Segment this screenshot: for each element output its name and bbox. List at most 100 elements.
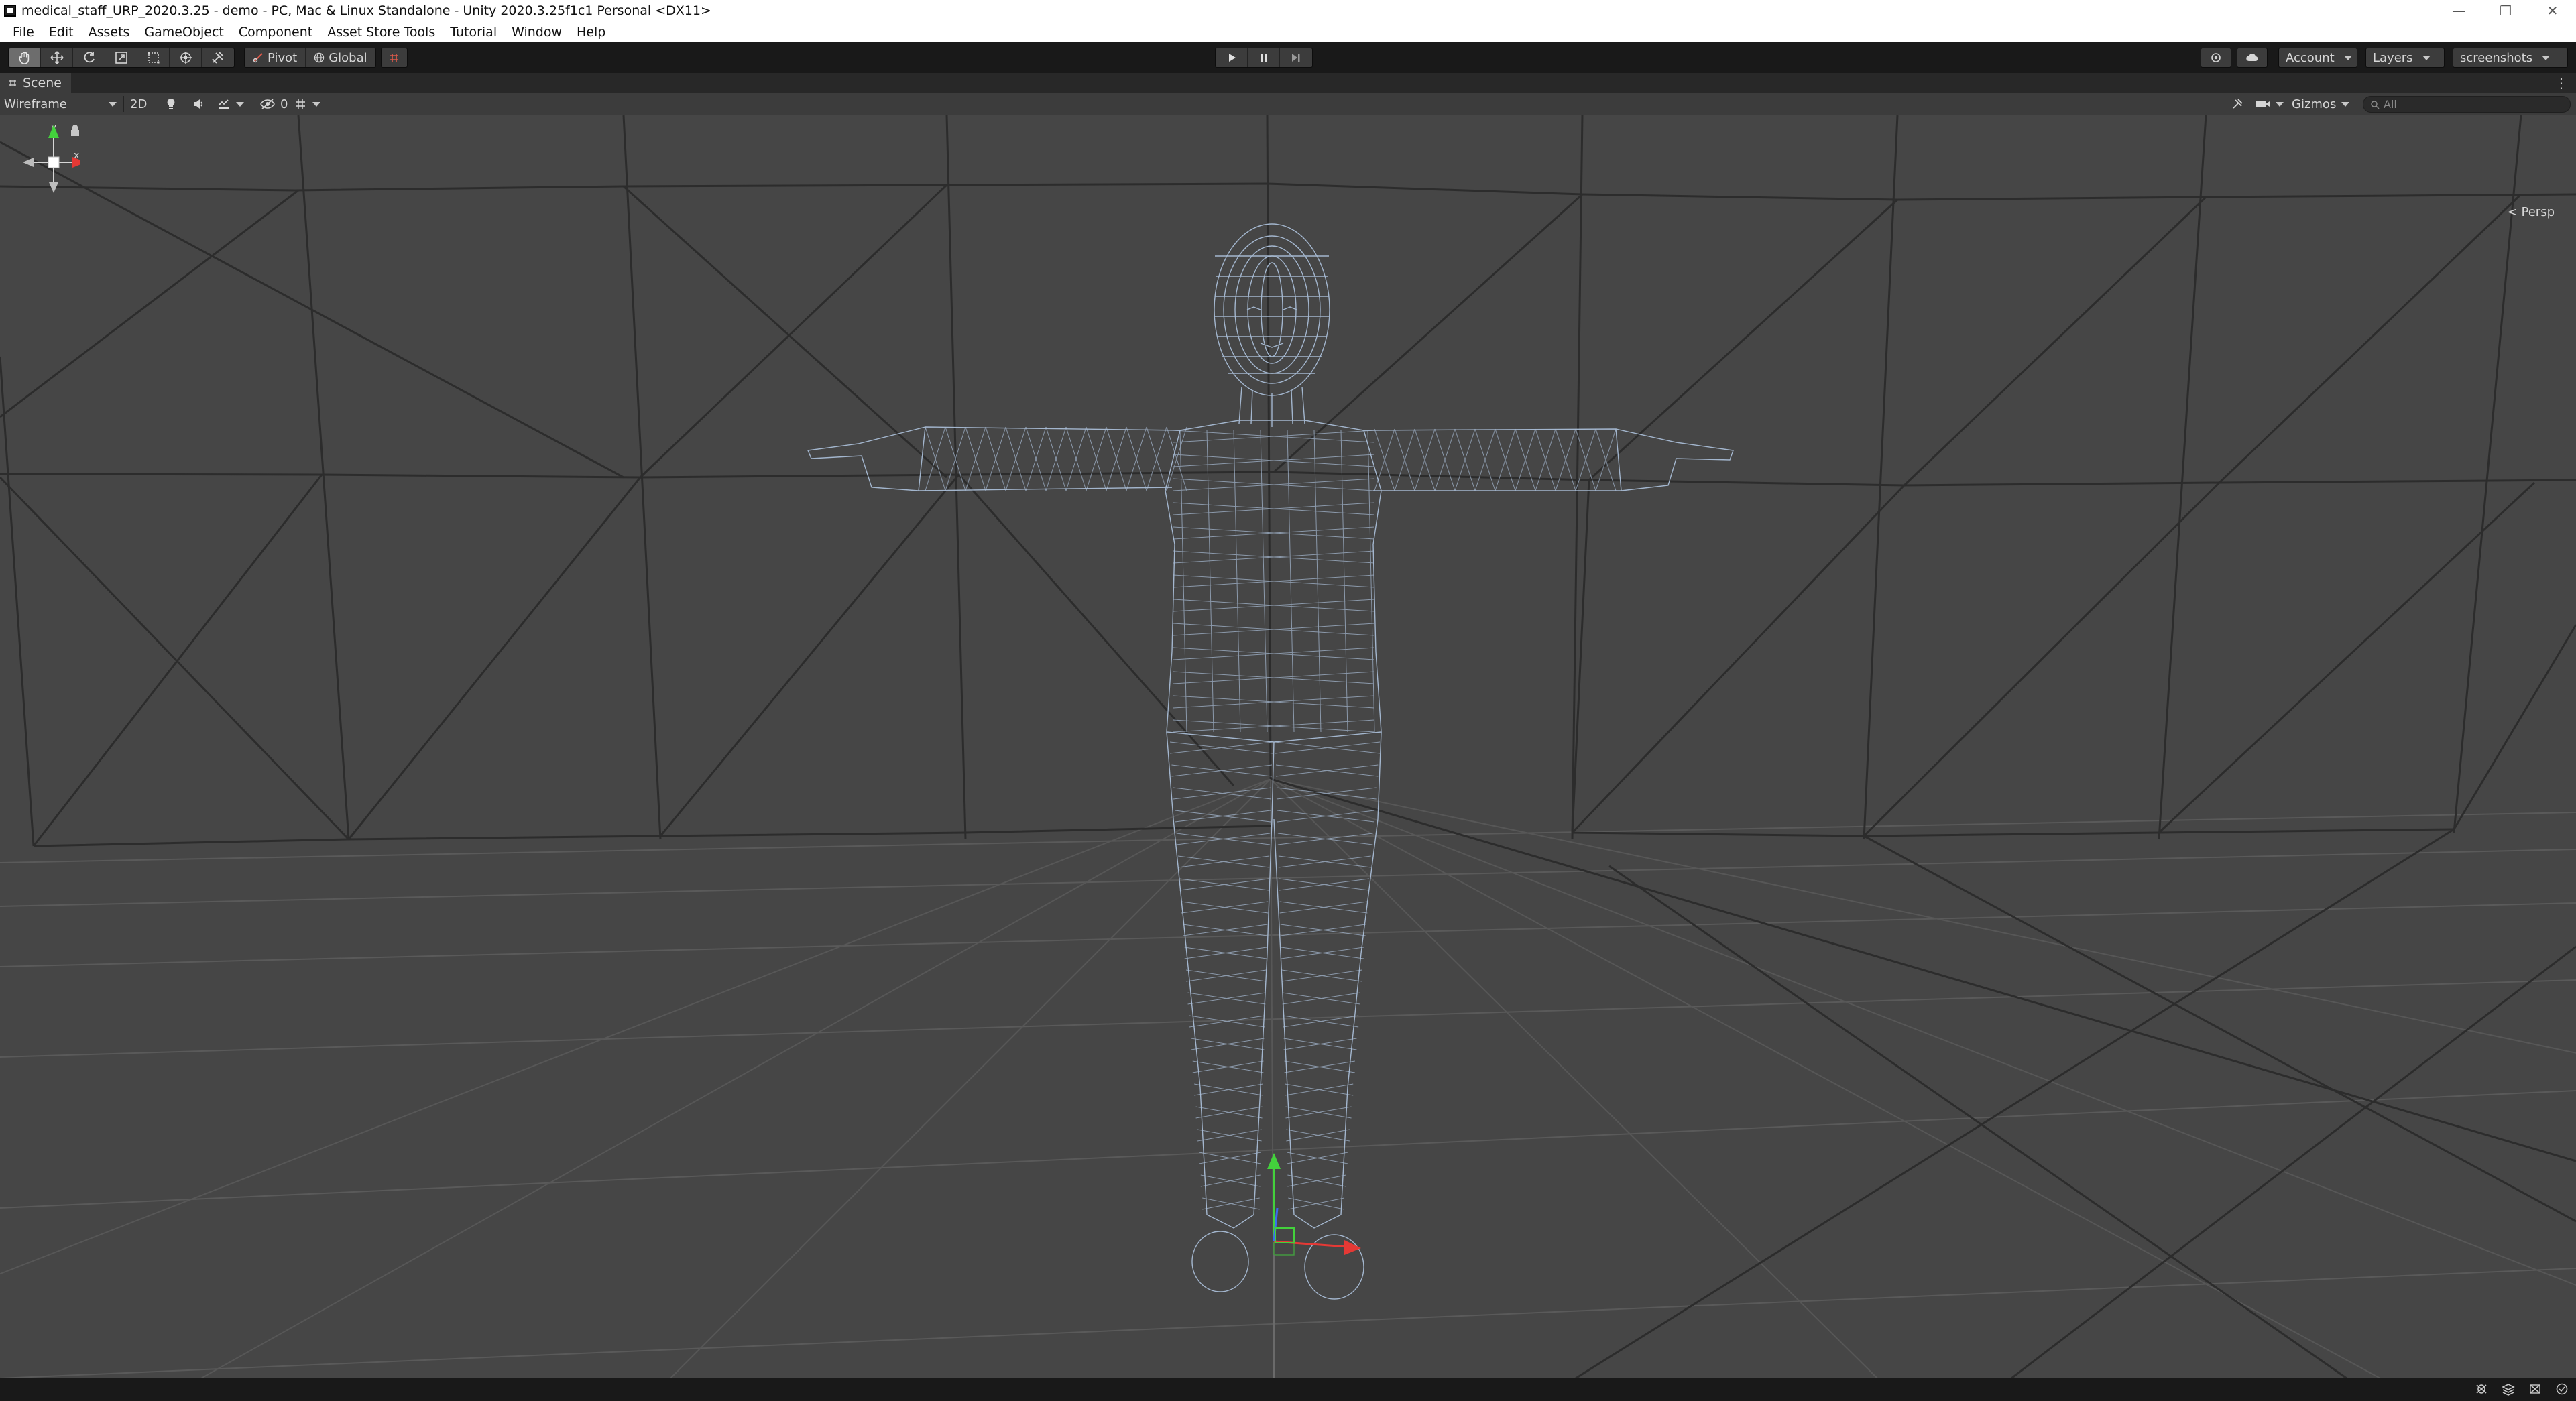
camera-settings-dropdown[interactable] [2251,95,2288,113]
scene-viewport[interactable]: y x < Persp [0,115,2576,1378]
pivot-toggle[interactable]: Pivot [245,48,306,67]
gizmos-label: Gizmos [2292,97,2337,111]
globe-icon [314,52,325,63]
mode-2d-toggle[interactable]: 2D [126,95,151,113]
hand-tool-button[interactable] [9,48,41,67]
lock-icon [71,125,79,136]
tab-scene[interactable]: Scene [0,73,71,93]
menu-assets[interactable]: Assets [81,25,137,40]
tools-toggle[interactable] [2227,95,2247,113]
transform-tools [8,48,235,68]
pause-icon [1260,54,1267,62]
speaker-icon [194,99,203,109]
effects-icon [218,99,229,109]
mesh-edge [1233,430,1241,733]
layout-dropdown[interactable]: screenshots [2453,48,2568,68]
cloud-icon [2246,53,2258,61]
mesh-edge [1340,430,1348,733]
services-controls [2237,48,2268,68]
lightbulb-icon [167,99,175,109]
close-button[interactable]: ✕ [2529,0,2576,21]
background-walls [0,115,2576,1378]
scene-tab-icon [9,80,16,86]
gizmo-x-label: x [74,150,79,161]
scale-icon [115,52,127,64]
status-icons [2474,1382,2569,1396]
wrench-icon [2233,99,2243,109]
scene-search-input[interactable]: All [2363,96,2571,113]
mesh-edge [1260,430,1268,733]
check-circle-icon[interactable] [2555,1382,2569,1396]
projection-toggle[interactable]: < Persp [2508,205,2555,219]
step-button[interactable] [1280,48,1312,67]
menu-edit[interactable]: Edit [42,25,81,40]
chevron-down-icon [2422,55,2431,60]
draw-mode-dropdown[interactable]: Wireframe [0,95,121,113]
hidden-count: 0 [280,97,288,111]
menu-bar: File Edit Assets GameObject Component As… [0,21,2576,42]
tab-options-menu-icon[interactable]: ⋮ [2555,73,2568,93]
chevron-down-icon [109,101,117,107]
chevron-down-icon [2343,55,2352,60]
layers-status-icon[interactable] [2501,1382,2516,1396]
menu-component[interactable]: Component [231,25,320,40]
toolbar-divider [123,96,124,112]
eye-hidden-icon [260,99,275,109]
menu-gameobject[interactable]: GameObject [137,25,231,40]
window-controls: — ❐ ✕ [2435,0,2576,21]
account-dropdown[interactable]: Account [2278,48,2357,68]
move-tool-button[interactable] [41,48,73,67]
layout-label: screenshots [2460,50,2533,65]
mesh-edge [1287,430,1295,733]
gizmos-dropdown[interactable]: Gizmos [2288,95,2353,113]
mesh-edge [1313,430,1322,733]
hidden-objects-toggle[interactable]: 0 [256,95,292,113]
rotate-tool-button[interactable] [73,48,105,67]
menu-asset-store-tools[interactable]: Asset Store Tools [320,25,443,40]
audio-toggle[interactable] [188,95,209,113]
search-icon [2371,100,2380,109]
menu-tutorial[interactable]: Tutorial [443,25,504,40]
mesh-edge [1367,430,1375,733]
rect-tool-button[interactable] [137,48,170,67]
lighting-toggle[interactable] [161,95,181,113]
hand-icon [18,52,29,64]
scale-tool-button[interactable] [105,48,137,67]
grid-toggle-dropdown[interactable] [290,95,325,113]
rect-icon [148,52,159,64]
restore-button[interactable]: ❐ [2482,0,2529,21]
grid-snap-icon [390,54,398,62]
window-title: medical_staff_URP_2020.3.25 - demo - PC,… [21,3,711,18]
menu-file[interactable]: File [5,25,42,40]
custom-tool-button[interactable] [202,48,234,67]
minimize-button[interactable]: — [2435,0,2482,21]
orientation-gizmo[interactable]: y x [0,115,80,223]
scene-search-placeholder: All [2384,98,2397,111]
effects-dropdown[interactable] [213,95,248,113]
collab-button[interactable] [2201,48,2231,67]
bug-icon[interactable] [2474,1382,2489,1396]
menu-help[interactable]: Help [569,25,613,40]
transform-icon [179,52,192,64]
global-toggle[interactable]: Global [306,48,375,67]
status-bar [0,1378,2576,1401]
menu-window[interactable]: Window [504,25,569,40]
pause-button[interactable] [1248,48,1280,67]
rotate-icon [84,52,95,63]
layers-dropdown[interactable]: Layers [2365,48,2445,68]
draw-mode-label: Wireframe [4,97,67,111]
chevron-down-icon [2341,101,2350,107]
cloud-button[interactable] [2237,48,2267,67]
transform-tool-button[interactable] [170,48,202,67]
grid-snap-controls [381,48,408,68]
mesh-edge [1206,430,1214,733]
unity-logo-icon [4,5,16,17]
collab-controls [2201,48,2231,68]
scene-canvas [0,115,2576,1378]
play-button[interactable] [1216,48,1248,67]
main-toolbar: Pivot Global Account Layers screenshots [0,42,2576,73]
mode-2d-label: 2D [130,97,148,111]
grid-snap-button[interactable] [382,48,407,67]
chevron-down-icon [236,101,244,107]
progress-icon[interactable] [2528,1382,2542,1396]
